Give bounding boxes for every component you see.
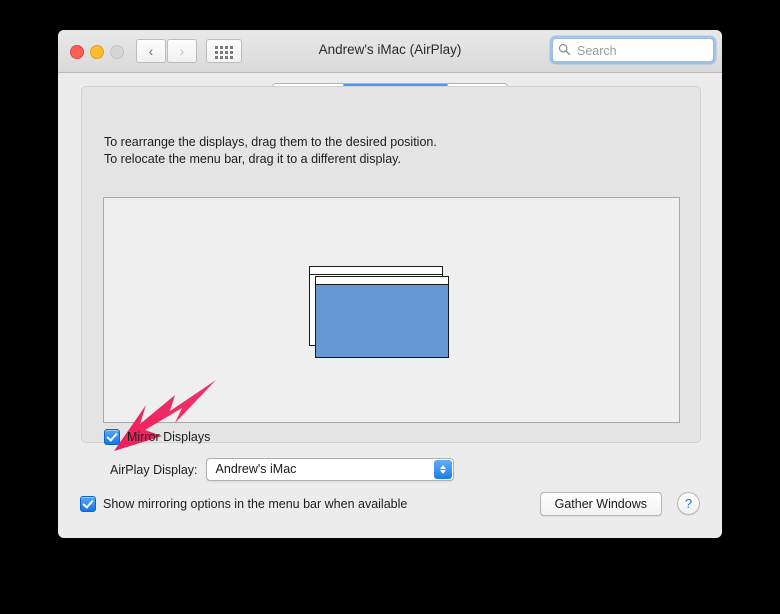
instructions-line-1: To rearrange the displays, drag them to … (104, 135, 437, 149)
airplay-display-value: Andrew's iMac (215, 462, 297, 476)
mirror-displays-label: Mirror Displays (127, 430, 211, 444)
chevron-left-icon: ‹ (148, 43, 154, 59)
help-button[interactable]: ? (677, 492, 700, 515)
airplay-display-popup[interactable]: Andrew's iMac (205, 458, 454, 481)
instructions-text: To rearrange the displays, drag them to … (104, 134, 437, 168)
grid-icon (215, 46, 233, 59)
display-thumbnail-front[interactable] (315, 276, 449, 358)
display-stack (309, 266, 449, 358)
search-icon (558, 43, 571, 56)
search-field[interactable] (552, 38, 714, 62)
forward-button: › (167, 39, 197, 63)
back-button[interactable]: ‹ (136, 39, 166, 63)
zoom-button (110, 45, 124, 59)
show-mirroring-checkbox[interactable] (80, 496, 96, 512)
chevron-up-icon (439, 465, 446, 469)
arrangement-panel: To rearrange the displays, drag them to … (81, 86, 701, 451)
mirror-displays-row[interactable]: Mirror Displays (104, 429, 210, 445)
bottom-controls-row: Show mirroring options in the menu bar w… (58, 492, 722, 516)
minimize-button[interactable] (90, 45, 104, 59)
menu-bar-strip (316, 277, 448, 285)
window-titlebar: ‹ › Andrew's iMac (AirPlay) (58, 30, 722, 73)
display-arrangement-canvas[interactable] (103, 197, 680, 451)
popup-stepper-icon[interactable] (433, 460, 452, 479)
show-all-button[interactable] (206, 39, 242, 63)
airplay-display-label: AirPlay Display: (110, 462, 198, 477)
gather-windows-button[interactable]: Gather Windows (539, 492, 662, 516)
system-preferences-window: ‹ › Andrew's iMac (AirPlay) Display Arra… (58, 30, 722, 538)
mirror-displays-checkbox[interactable] (104, 429, 120, 445)
airplay-display-row: AirPlay Display: Andrew's iMac (58, 458, 722, 481)
instructions-line-2: To relocate the menu bar, drag it to a d… (104, 152, 401, 166)
menu-bar-strip (310, 267, 442, 275)
search-input[interactable] (575, 41, 709, 60)
screen-fill (316, 285, 448, 357)
chevron-down-icon (439, 470, 446, 474)
chevron-right-icon: › (179, 43, 185, 59)
show-mirroring-label: Show mirroring options in the menu bar w… (103, 497, 408, 511)
close-button[interactable] (70, 45, 84, 59)
